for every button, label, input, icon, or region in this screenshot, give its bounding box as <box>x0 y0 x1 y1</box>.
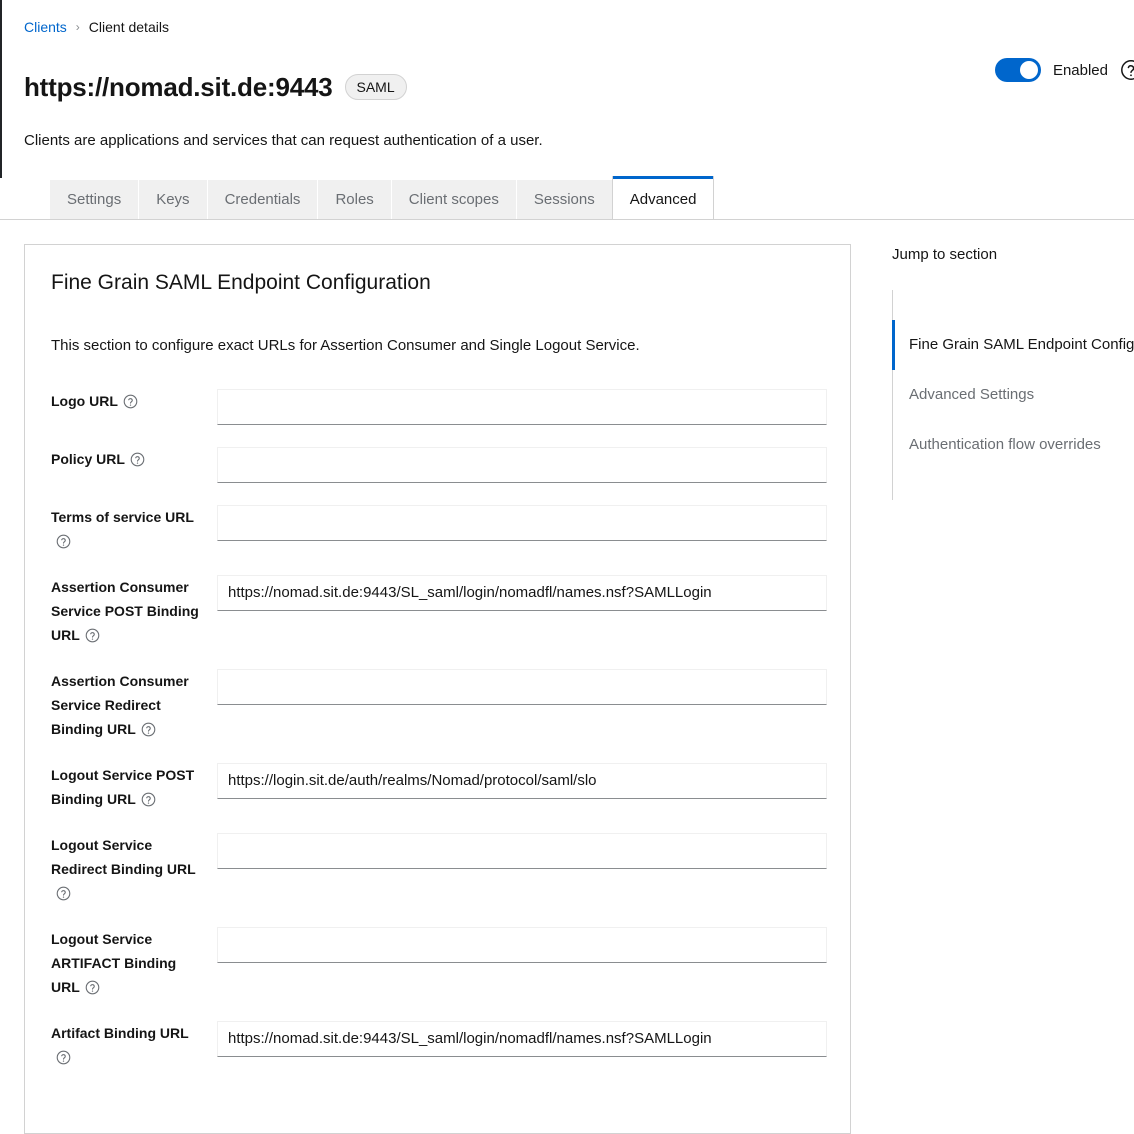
tab-bar-divider <box>0 219 1134 220</box>
input-terms-of-service-url[interactable] <box>217 505 827 541</box>
enabled-toggle-label: Enabled <box>1053 62 1108 79</box>
control-artifact-binding-url <box>217 1021 827 1057</box>
help-circle-icon[interactable] <box>56 1050 71 1065</box>
label-text: Assertion Consumer Service Redirect Bind… <box>51 673 189 737</box>
tab-client-scopes[interactable]: Client scopes <box>392 180 517 220</box>
breadcrumb-link-clients[interactable]: Clients <box>24 18 67 36</box>
control-logout-artifact-binding-url <box>217 927 827 963</box>
input-logout-redirect-binding-url[interactable] <box>217 833 827 869</box>
page-header: Clients › Client details https://nomad.s… <box>0 0 1134 152</box>
label-text: Logout Service POST Binding URL <box>51 767 194 807</box>
form-row-acs-post-binding-url: Assertion Consumer Service POST Binding … <box>51 575 824 647</box>
tab-credentials[interactable]: Credentials <box>208 180 319 220</box>
saml-endpoint-form: Logo URL Policy URL Terms of service URL <box>51 389 824 1069</box>
card-title: Fine Grain SAML Endpoint Configuration <box>51 269 824 297</box>
toggle-knob <box>1020 61 1038 79</box>
card-description: This section to configure exact URLs for… <box>51 335 824 357</box>
input-acs-post-binding-url[interactable] <box>217 575 827 611</box>
tab-bar: Settings Keys Credentials Roles Client s… <box>0 176 1134 220</box>
enabled-toggle[interactable] <box>995 58 1041 82</box>
jump-list-top-spacer <box>893 290 1111 320</box>
jump-list-bottom-spacer <box>893 470 1111 500</box>
jump-to-section-title: Jump to section <box>892 244 1111 266</box>
tab-sessions[interactable]: Sessions <box>517 180 613 220</box>
form-row-policy-url: Policy URL <box>51 447 824 483</box>
input-artifact-binding-url[interactable] <box>217 1021 827 1057</box>
control-logout-redirect-binding-url <box>217 833 827 869</box>
jump-item-advanced-settings[interactable]: Advanced Settings <box>893 370 1111 420</box>
breadcrumb-separator-icon: › <box>76 18 80 36</box>
input-acs-redirect-binding-url[interactable] <box>217 669 827 705</box>
form-row-logout-redirect-binding-url: Logout Service Redirect Binding URL <box>51 833 824 905</box>
page-subtitle: Clients are applications and services th… <box>24 130 1110 152</box>
help-circle-icon[interactable] <box>123 394 138 409</box>
form-row-logout-post-binding-url: Logout Service POST Binding URL <box>51 763 824 811</box>
help-circle-icon[interactable] <box>1120 59 1134 81</box>
jump-to-section-nav: Jump to section Fine Grain SAML Endpoint… <box>851 244 1111 1134</box>
control-logo-url <box>217 389 827 425</box>
control-acs-redirect-binding-url <box>217 669 827 705</box>
form-row-logout-artifact-binding-url: Logout Service ARTIFACT Binding URL <box>51 927 824 999</box>
label-text: Terms of service URL <box>51 509 194 525</box>
page-title: https://nomad.sit.de:9443 <box>24 71 333 103</box>
jump-item-fine-grain-saml-endpoint-configuration[interactable]: Fine Grain SAML Endpoint Configuration <box>893 320 1111 370</box>
label-text: Logout Service ARTIFACT Binding URL <box>51 931 176 995</box>
label-terms-of-service-url: Terms of service URL <box>51 505 217 553</box>
label-text: Logout Service Redirect Binding URL <box>51 837 196 877</box>
tab-roles[interactable]: Roles <box>318 180 391 220</box>
label-text: Policy URL <box>51 451 125 467</box>
label-acs-post-binding-url: Assertion Consumer Service POST Binding … <box>51 575 217 647</box>
help-circle-icon[interactable] <box>85 628 100 643</box>
label-logout-post-binding-url: Logout Service POST Binding URL <box>51 763 217 811</box>
help-circle-icon[interactable] <box>85 980 100 995</box>
input-logout-post-binding-url[interactable] <box>217 763 827 799</box>
tab-advanced[interactable]: Advanced <box>613 176 714 220</box>
help-circle-icon[interactable] <box>130 452 145 467</box>
control-policy-url <box>217 447 827 483</box>
form-row-logo-url: Logo URL <box>51 389 824 425</box>
breadcrumb-current: Client details <box>89 18 169 36</box>
fine-grain-saml-endpoint-card: Fine Grain SAML Endpoint Configuration T… <box>24 244 851 1134</box>
form-row-terms-of-service-url: Terms of service URL <box>51 505 824 553</box>
tab-keys[interactable]: Keys <box>139 180 207 220</box>
input-policy-url[interactable] <box>217 447 827 483</box>
header-actions: Enabled <box>995 58 1134 82</box>
jump-to-section-list: Fine Grain SAML Endpoint Configuration A… <box>892 290 1111 500</box>
label-text: Logo URL <box>51 393 118 409</box>
label-logo-url: Logo URL <box>51 389 217 413</box>
label-logout-artifact-binding-url: Logout Service ARTIFACT Binding URL <box>51 927 217 999</box>
protocol-badge: SAML <box>345 74 407 100</box>
help-circle-icon[interactable] <box>141 792 156 807</box>
control-logout-post-binding-url <box>217 763 827 799</box>
help-circle-icon[interactable] <box>141 722 156 737</box>
label-acs-redirect-binding-url: Assertion Consumer Service Redirect Bind… <box>51 669 217 741</box>
title-row: https://nomad.sit.de:9443 SAML <box>24 54 1110 121</box>
jump-item-authentication-flow-overrides[interactable]: Authentication flow overrides <box>893 420 1111 470</box>
input-logout-artifact-binding-url[interactable] <box>217 927 827 963</box>
label-logout-redirect-binding-url: Logout Service Redirect Binding URL <box>51 833 217 905</box>
input-logo-url[interactable] <box>217 389 827 425</box>
control-acs-post-binding-url <box>217 575 827 611</box>
label-text: Assertion Consumer Service POST Binding … <box>51 579 199 643</box>
label-policy-url: Policy URL <box>51 447 217 471</box>
form-row-artifact-binding-url: Artifact Binding URL <box>51 1021 824 1069</box>
page-content: Fine Grain SAML Endpoint Configuration T… <box>0 220 1134 1134</box>
help-circle-icon[interactable] <box>56 534 71 549</box>
form-row-acs-redirect-binding-url: Assertion Consumer Service Redirect Bind… <box>51 669 824 741</box>
breadcrumb: Clients › Client details <box>24 18 1110 36</box>
tab-list: Settings Keys Credentials Roles Client s… <box>50 176 1134 220</box>
tab-settings[interactable]: Settings <box>50 180 139 220</box>
label-artifact-binding-url: Artifact Binding URL <box>51 1021 217 1069</box>
control-terms-of-service-url <box>217 505 827 541</box>
label-text: Artifact Binding URL <box>51 1025 189 1041</box>
help-circle-icon[interactable] <box>56 886 71 901</box>
